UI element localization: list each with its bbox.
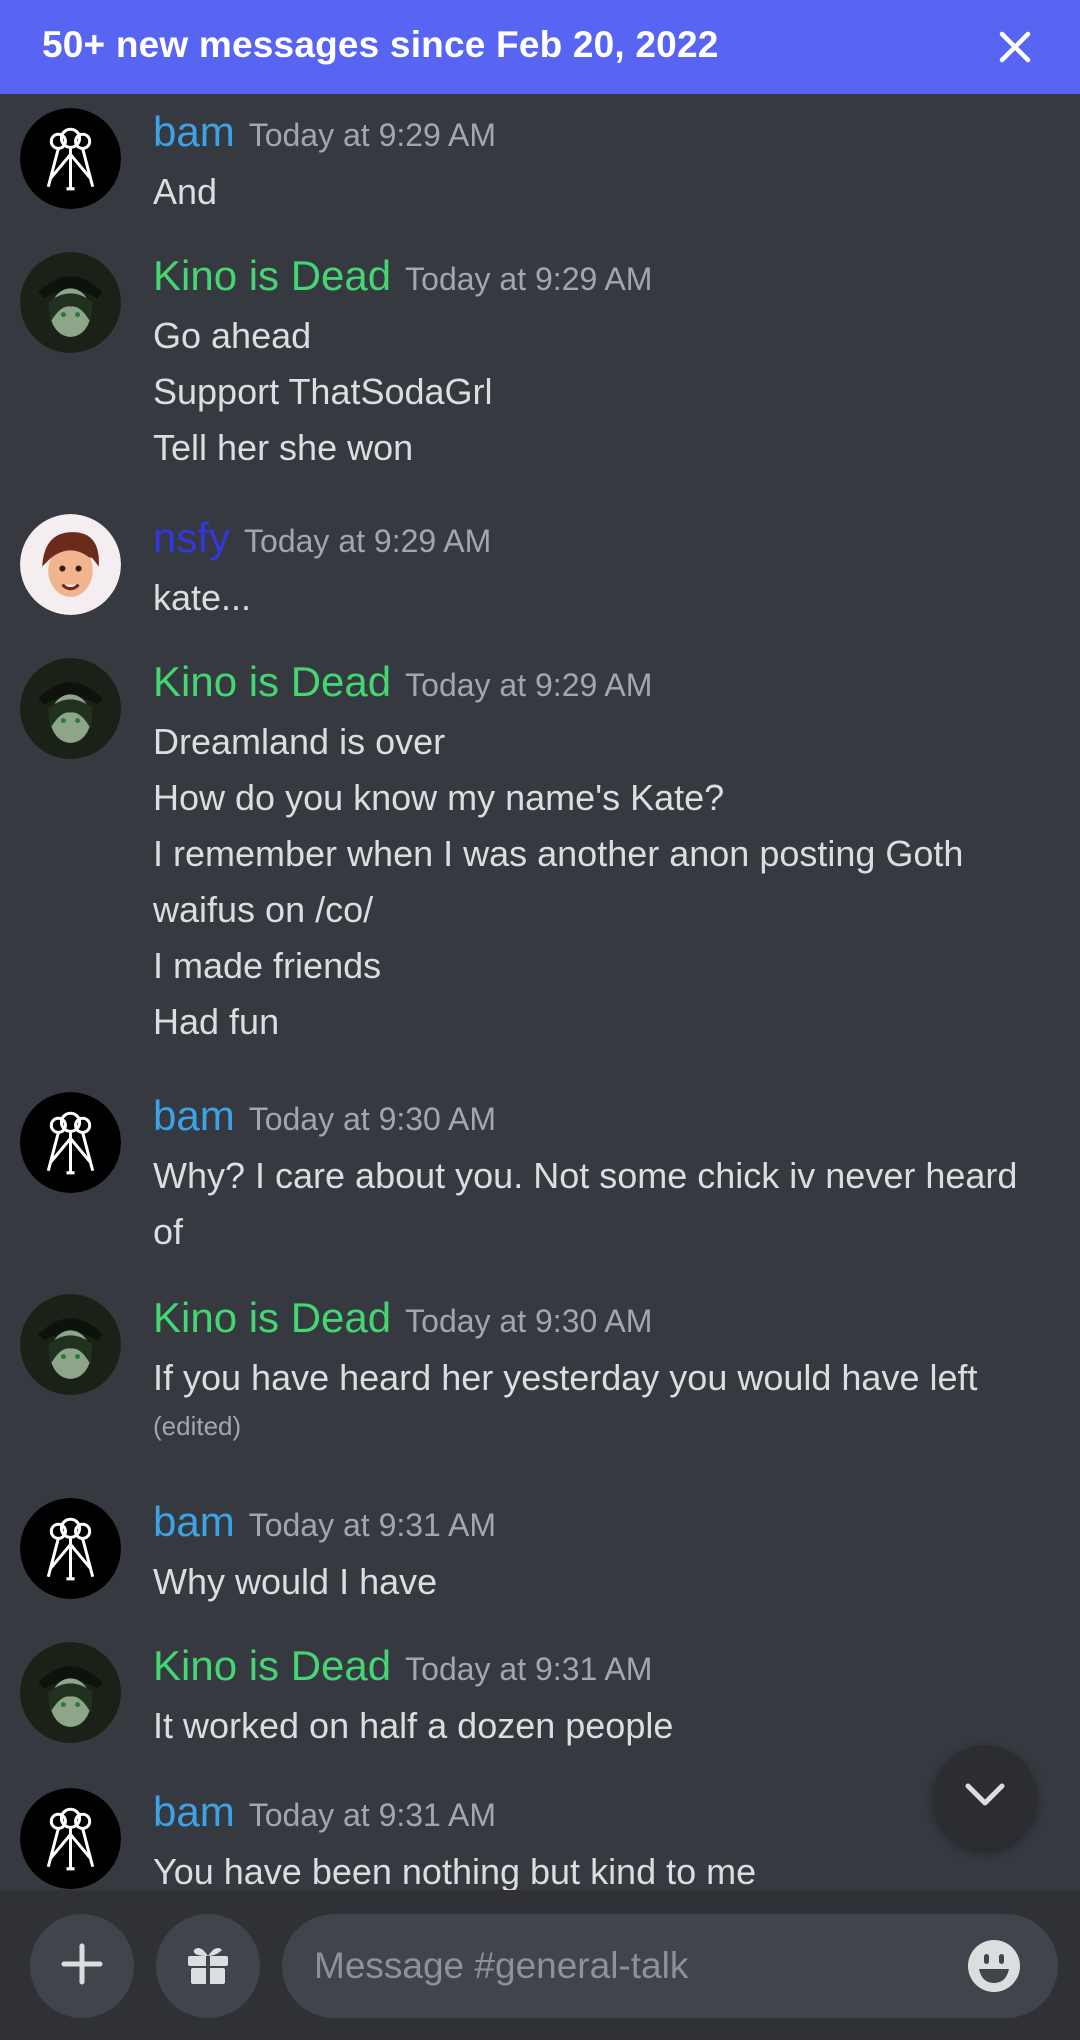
message-text: It worked on half a dozen people bbox=[153, 1705, 674, 1746]
message-text: Dreamland is over bbox=[153, 721, 446, 762]
plus-icon bbox=[56, 1938, 108, 1995]
bam-avatar[interactable] bbox=[20, 1092, 121, 1193]
message-text: Support ThatSodaGrl bbox=[153, 371, 493, 412]
kino-avatar[interactable] bbox=[20, 1642, 121, 1743]
timestamp: Today at 9:31 AM bbox=[248, 1507, 496, 1543]
message-input[interactable]: Message #general-talk bbox=[282, 1914, 1058, 2018]
jump-to-latest-button[interactable] bbox=[933, 1745, 1037, 1849]
bam-avatar[interactable] bbox=[20, 108, 121, 209]
message-composer: Message #general-talk bbox=[0, 1890, 1080, 2040]
author-name[interactable]: Kino is Dead bbox=[153, 658, 391, 705]
timestamp: Today at 9:29 AM bbox=[244, 523, 492, 559]
message-text: Why? I care about you. Not some chick iv… bbox=[153, 1155, 1018, 1196]
timestamp: Today at 9:29 AM bbox=[248, 117, 496, 153]
author-name[interactable]: bam bbox=[153, 1092, 235, 1139]
nsfy-avatar[interactable] bbox=[20, 514, 121, 615]
author-name[interactable]: nsfy bbox=[153, 514, 230, 561]
message-text: Why would I have bbox=[153, 1561, 438, 1602]
gift-button[interactable] bbox=[156, 1914, 260, 2018]
chevron-down-icon bbox=[958, 1768, 1012, 1827]
timestamp: Today at 9:31 AM bbox=[405, 1651, 653, 1687]
timestamp: Today at 9:30 AM bbox=[405, 1303, 653, 1339]
author-name[interactable]: Kino is Dead bbox=[153, 1642, 391, 1689]
kino-avatar[interactable] bbox=[20, 658, 121, 759]
message-text: How do you know my name's Kate? bbox=[153, 777, 725, 818]
emoji-icon[interactable] bbox=[966, 1938, 1022, 1994]
message-text: If you have heard her yesterday you woul… bbox=[153, 1357, 978, 1398]
message-input-placeholder: Message #general-talk bbox=[314, 1945, 689, 1986]
message-text: Go ahead bbox=[153, 315, 312, 356]
message-text: Tell her she won bbox=[153, 427, 414, 468]
author-name[interactable]: Kino is Dead bbox=[153, 1294, 391, 1341]
author-name[interactable]: bam bbox=[153, 1498, 235, 1545]
timestamp: Today at 9:30 AM bbox=[248, 1101, 496, 1137]
bam-avatar[interactable] bbox=[20, 1788, 121, 1889]
timestamp: Today at 9:31 AM bbox=[248, 1797, 496, 1833]
add-attachment-button[interactable] bbox=[30, 1914, 134, 2018]
kino-avatar[interactable] bbox=[20, 252, 121, 353]
message-text: And bbox=[153, 171, 218, 212]
new-messages-banner[interactable]: 50+ new messages since Feb 20, 2022 bbox=[0, 0, 1080, 94]
kino-avatar[interactable] bbox=[20, 1294, 121, 1395]
message-text: of bbox=[153, 1211, 184, 1252]
message-text: Had fun bbox=[153, 1001, 280, 1042]
gift-icon bbox=[182, 1938, 234, 1995]
message-text: I made friends bbox=[153, 945, 382, 986]
bam-avatar[interactable] bbox=[20, 1498, 121, 1599]
message-text: I remember when I was another anon posti… bbox=[153, 833, 964, 874]
close-icon[interactable] bbox=[990, 22, 1040, 72]
message-text: kate... bbox=[153, 577, 252, 618]
edited-label: (edited) bbox=[153, 1411, 242, 1441]
timestamp: Today at 9:29 AM bbox=[405, 667, 653, 703]
message-text: You have been nothing but kind to me bbox=[153, 1851, 757, 1890]
author-name[interactable]: bam bbox=[153, 108, 235, 155]
timestamp: Today at 9:29 AM bbox=[405, 261, 653, 297]
author-name[interactable]: Kino is Dead bbox=[153, 252, 391, 299]
message-list[interactable]: bam Today at 9:29 AM And Kino is Dead Toda… bbox=[0, 94, 1080, 1890]
new-messages-banner-text: 50+ new messages since Feb 20, 2022 bbox=[42, 24, 719, 65]
author-name[interactable]: bam bbox=[153, 1788, 235, 1835]
message-text: waifus on /co/ bbox=[153, 889, 374, 930]
